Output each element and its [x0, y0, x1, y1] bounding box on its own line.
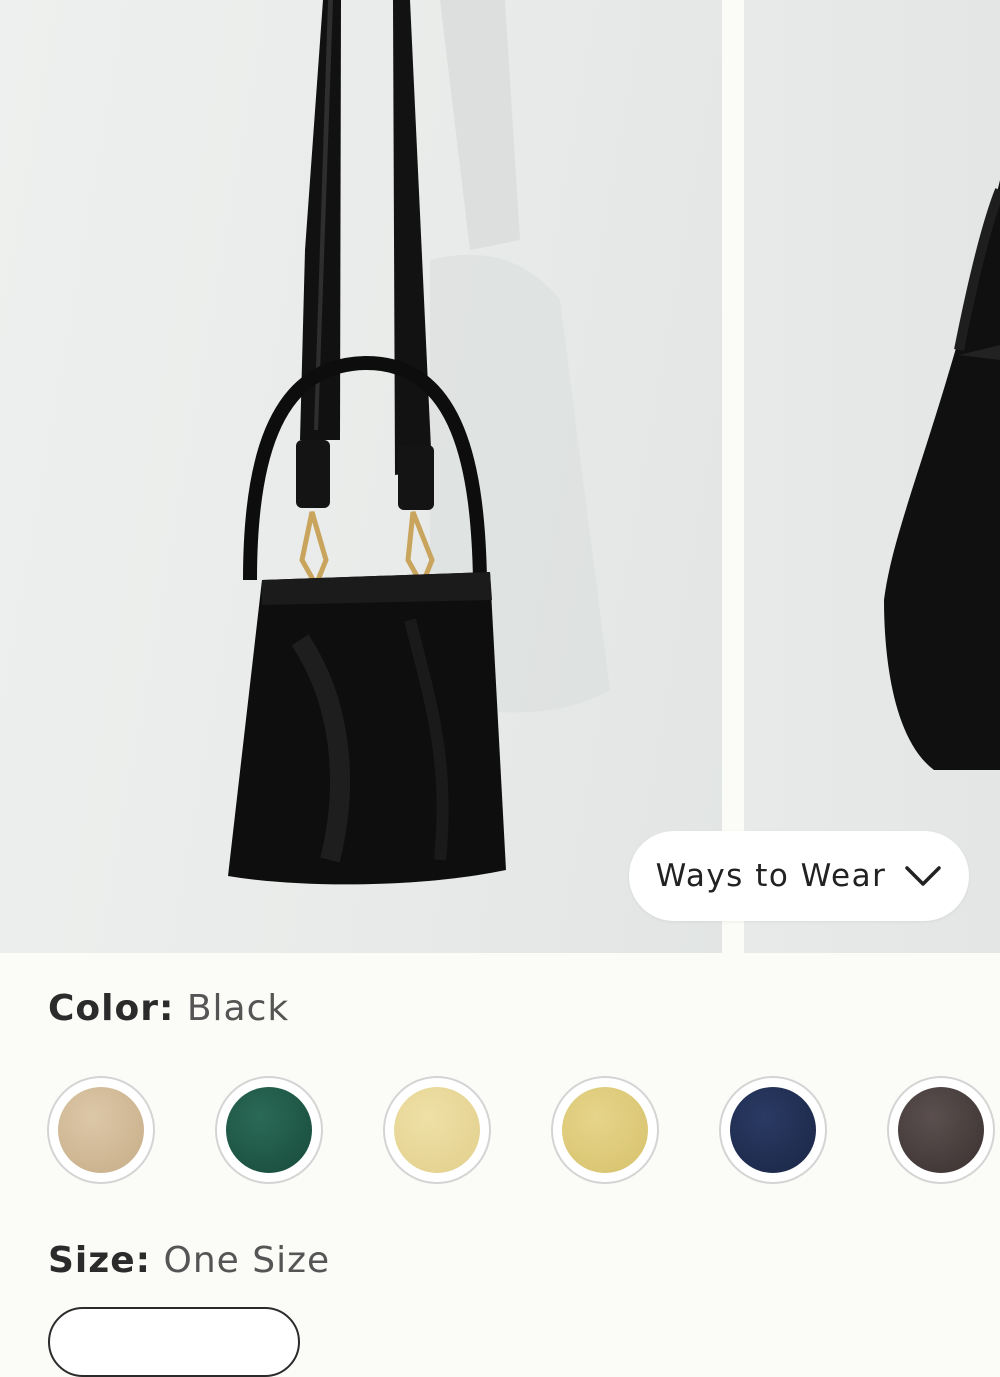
product-image-main[interactable] — [0, 0, 722, 953]
color-swatch-taupe[interactable] — [47, 1076, 155, 1184]
swatch-fill — [226, 1087, 312, 1173]
color-value: Black — [186, 988, 290, 1029]
swatch-fill — [394, 1087, 480, 1173]
color-swatch-navy[interactable] — [719, 1076, 827, 1184]
ways-to-wear-label: Ways to Wear — [655, 858, 887, 894]
swatch-fill — [562, 1087, 648, 1173]
chevron-down-icon — [905, 866, 942, 886]
size-value: One Size — [163, 1240, 331, 1281]
product-options: Color: Black Size: One Size — [0, 953, 1000, 1377]
size-selection-label: Size: One Size — [48, 1240, 330, 1281]
size-option-one-size[interactable] — [48, 1307, 300, 1377]
color-selection-label: Color: Black — [48, 988, 289, 1029]
color-swatch-light-yellow[interactable] — [383, 1076, 491, 1184]
product-image-next[interactable] — [744, 0, 1000, 953]
ways-to-wear-button[interactable]: Ways to Wear — [629, 831, 969, 921]
swatch-fill — [898, 1087, 984, 1173]
color-swatch-brown[interactable] — [887, 1076, 995, 1184]
color-label: Color: — [48, 988, 175, 1029]
color-swatch-green[interactable] — [215, 1076, 323, 1184]
color-swatch-yellow[interactable] — [551, 1076, 659, 1184]
product-image-gallery[interactable]: Ways to Wear — [0, 0, 1000, 953]
swatch-fill — [58, 1087, 144, 1173]
size-label: Size: — [48, 1240, 152, 1281]
bag-photo — [228, 0, 610, 885]
bag-photo-partial — [884, 180, 1000, 770]
swatch-fill — [730, 1087, 816, 1173]
